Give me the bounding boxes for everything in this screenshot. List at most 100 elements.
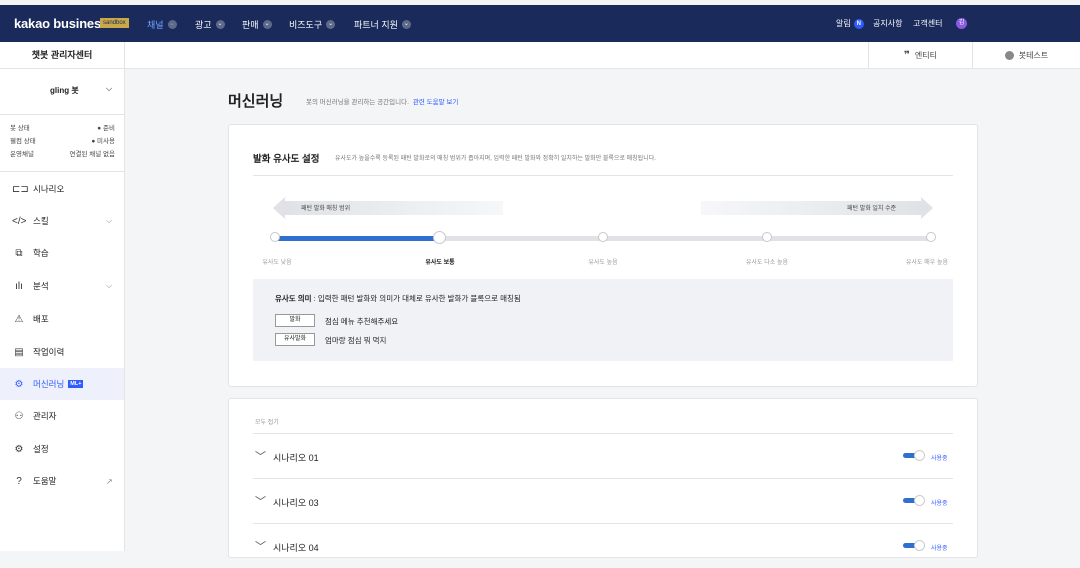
level-label[interactable]: 유사도 다소 높음 <box>746 257 788 266</box>
admin-center-title: 챗봇 관리자센터 <box>0 42 125 69</box>
divider <box>253 175 953 176</box>
slider-stop-very-high[interactable] <box>926 232 936 242</box>
sub-header: 챗봇 관리자센터 ❞ 엔티티 봇테스트 <box>0 42 1080 69</box>
scenario-toggle[interactable] <box>903 450 925 461</box>
status-label: 웰컴 상태 <box>10 138 36 145</box>
external-link-icon: ↗ <box>106 476 113 486</box>
code-icon: </> <box>12 215 27 227</box>
chevron-down-icon: ⌄ <box>167 20 177 29</box>
entity-button[interactable]: ❞ 엔티티 <box>868 42 972 69</box>
chevron-down-icon: ⌄ <box>262 20 272 29</box>
gear-icon: ⚙ <box>14 443 24 455</box>
help-link[interactable]: 관련 도움말 보기 <box>413 99 458 106</box>
user-menu[interactable]: 김 <box>956 18 967 29</box>
scenario-toggle[interactable] <box>903 540 925 551</box>
status-value: ● 미사용 <box>91 138 115 145</box>
chevron-down-icon: ⌄ <box>326 20 336 29</box>
status-label: 사용중 <box>931 456 948 462</box>
new-badge: N <box>853 18 864 29</box>
global-header: kakao business sandbox 채널 ⌄ 광고 ⌄ 판매 ⌄ 비즈도구 ⌄… <box>0 5 1080 42</box>
sidebar-item-scenario[interactable]: ⊏⊐ 시나리오 <box>0 173 124 205</box>
sidebar-item-training[interactable]: ⧉ 학습 <box>0 237 124 269</box>
quote-icon: ❞ <box>904 50 910 61</box>
meaning-text: 유사도 의미 : 입력한 패턴 발화와 의미가 대체로 유사한 발화가 블록으로… <box>275 294 521 303</box>
sidebar-item-machine-learning[interactable]: ⚙ 머신러닝 ML+ <box>0 368 124 400</box>
nav-ads[interactable]: 광고 ⌄ <box>195 18 225 31</box>
level-label[interactable]: 유사도 낮음 <box>262 257 291 266</box>
similarity-settings-card: 발화 유사도 설정 유사도가 높을수록 등록된 패턴 발화로의 매칭 범위가 좁… <box>228 124 978 387</box>
chevron-down-icon[interactable]: ﹀ <box>255 493 266 509</box>
status-value: ● 준비 <box>97 125 115 132</box>
scenario-row[interactable]: ﹀ 시나리오 03 사용중 <box>253 478 953 523</box>
kakao-business-logo[interactable]: kakao business <box>14 16 108 31</box>
users-icon: ⚇ <box>14 410 24 422</box>
main-content: 머신러닝 봇의 머신러닝을 관리하는 공간입니다. 관련 도움말 보기 발화 유사… <box>126 69 1080 558</box>
collapse-all-button[interactable]: 모두 접기 <box>255 417 279 426</box>
scenario-row[interactable]: ﹀ 시나리오 04 사용중 <box>253 523 953 568</box>
nav-channel[interactable]: 채널 ⌄ <box>147 18 177 31</box>
slider-fill <box>275 236 439 241</box>
right-arrow-graphic <box>701 197 933 219</box>
sidebar-item-settings[interactable]: ⚙ 설정 <box>0 433 124 465</box>
chevron-down-icon: ⌄ <box>401 20 411 29</box>
page-description: 봇의 머신러닝을 관리하는 공간입니다. 관련 도움말 보기 <box>306 99 459 106</box>
chat-bubble-icon <box>1004 51 1014 60</box>
scenario-name: 시나리오 04 <box>273 543 319 553</box>
bot-selector[interactable]: gling 봇 ⌵ <box>0 69 124 114</box>
bot-name: gling 봇 <box>50 86 79 95</box>
scenario-toggle[interactable] <box>903 495 925 506</box>
sidebar-item-analytics[interactable]: ılı 분석 ⌵ <box>0 270 124 302</box>
bar-chart-icon: ılı <box>15 280 23 292</box>
sidebar-item-help[interactable]: ? 도움말 ↗ <box>0 465 124 497</box>
notice-link[interactable]: 공지사항 <box>873 18 902 29</box>
slider-stop-somewhat-high[interactable] <box>762 232 772 242</box>
nav-biztools[interactable]: 비즈도구 ⌄ <box>289 18 336 31</box>
left-arrow-label: 패턴 발화 매칭 범위 <box>301 206 351 212</box>
status-label: 사용중 <box>931 501 948 507</box>
support-link[interactable]: 고객센터 <box>913 18 942 29</box>
scenario-icon: ⊏⊐ <box>12 183 29 195</box>
scenario-name: 시나리오 03 <box>273 498 319 508</box>
bot-test-button[interactable]: 봇테스트 <box>972 42 1080 69</box>
status-label: 운영채널 <box>10 151 34 158</box>
example-similar-utterance: 엄마랑 점심 뭐 먹지 <box>325 336 387 345</box>
example-utterance: 점심 메뉴 추천해주세요 <box>325 317 399 326</box>
level-label[interactable]: 유사도 매우 높음 <box>906 257 948 266</box>
sidebar-item-deploy[interactable]: ⚠ 배포 <box>0 303 124 335</box>
chevron-down-icon: ⌵ <box>106 281 113 290</box>
sidebar-item-skill[interactable]: </> 스킬 ⌵ <box>0 205 124 237</box>
nav-partner[interactable]: 파트너 지원 ⌄ <box>354 18 411 31</box>
utterance-chip: 발화 <box>275 314 315 327</box>
slider-stop-low[interactable] <box>270 232 280 242</box>
document-icon: ▤ <box>14 346 24 358</box>
scenario-name: 시나리오 01 <box>273 453 319 463</box>
scenario-list-card: 모두 접기 ﹀ 시나리오 01 사용중 ﹀ 시나리오 03 사용중 ﹀ 시나리오… <box>228 398 978 558</box>
similarity-description: 유사도가 높을수록 등록된 패턴 발화로의 매칭 범위가 좁아지며, 입력한 패… <box>335 156 656 162</box>
chevron-down-icon: ⌵ <box>106 84 113 93</box>
page-title: 머신러닝 <box>228 93 284 110</box>
similarity-heading: 발화 유사도 설정 <box>253 154 320 165</box>
right-arrow-label: 패턴 발화 일치 수준 <box>847 206 897 212</box>
deploy-icon: ⚠ <box>14 313 24 325</box>
help-circle-icon: ? <box>16 475 22 487</box>
avatar: 김 <box>956 18 967 29</box>
sidebar-item-admin[interactable]: ⚇ 관리자 <box>0 400 124 432</box>
chevron-down-icon: ⌵ <box>106 216 113 225</box>
sidebar-item-history[interactable]: ▤ 작업이력 <box>0 336 124 368</box>
book-icon: ⧉ <box>15 247 23 259</box>
slider-thumb[interactable] <box>433 231 446 244</box>
level-label[interactable]: 유사도 높음 <box>588 257 617 266</box>
sidebar: gling 봇 ⌵ 봇 상태 ● 준비 웰컴 상태 ● 미사용 운영채널 연결된 채널… <box>0 69 125 551</box>
ml-plus-badge: ML+ <box>68 380 84 388</box>
sandbox-badge: sandbox <box>100 18 129 28</box>
chevron-down-icon[interactable]: ﹀ <box>255 538 266 554</box>
status-label: 봇 상태 <box>10 125 30 132</box>
scenario-row[interactable]: ﹀ 시나리오 01 사용중 <box>253 433 953 478</box>
chevron-down-icon: ⌄ <box>215 20 225 29</box>
chevron-down-icon[interactable]: ﹀ <box>255 448 266 464</box>
nav-sales[interactable]: 판매 ⌄ <box>242 18 272 31</box>
chip-icon: ⚙ <box>14 378 24 390</box>
slider-stop-high[interactable] <box>598 232 608 242</box>
level-label-selected[interactable]: 유사도 보통 <box>425 257 454 266</box>
alarm-button[interactable]: 알림 N <box>836 18 864 29</box>
